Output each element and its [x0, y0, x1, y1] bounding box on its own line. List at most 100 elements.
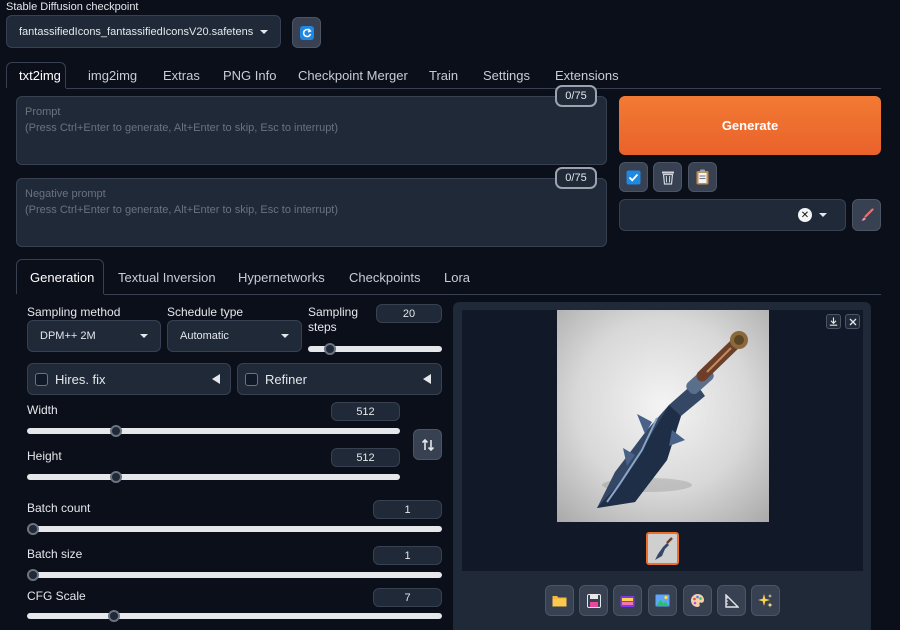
download-icon — [829, 317, 838, 326]
tab-checkpoints[interactable]: Checkpoints — [349, 270, 421, 285]
slider-thumb[interactable] — [110, 471, 123, 483]
tab-generation-label[interactable]: Generation — [30, 270, 94, 285]
slider-track — [27, 613, 442, 619]
styles-dropdown[interactable]: ✕ — [619, 199, 846, 231]
refiner-label: Refiner — [265, 371, 307, 387]
checkpoint-dropdown[interactable]: fantassifiedIcons_fantassifiedIconsV20.s… — [6, 15, 281, 48]
prompt-placeholder-title: Prompt — [25, 106, 61, 118]
paste-prompt-button[interactable] — [688, 162, 717, 192]
swap-icon — [421, 438, 434, 451]
negative-prompt-placeholder-title: Negative prompt — [25, 188, 106, 200]
width-input[interactable]: 512 — [331, 402, 400, 421]
brush-icon — [861, 208, 874, 221]
tab-hypernetworks[interactable]: Hypernetworks — [238, 270, 325, 285]
height-input[interactable]: 512 — [331, 448, 400, 467]
height-label: Height — [27, 449, 62, 463]
slider-thumb[interactable] — [27, 569, 39, 581]
active-tab-gap — [6, 88, 66, 90]
batch-size-label: Batch size — [27, 547, 83, 561]
extra-action-button[interactable] — [751, 585, 780, 616]
slider-thumb[interactable] — [323, 343, 336, 355]
slider-track — [27, 428, 400, 434]
clear-prompt-button[interactable] — [653, 162, 682, 192]
slider-track — [27, 526, 442, 532]
sampling-steps-label: Sampling steps — [308, 305, 359, 334]
collapse-arrow-icon[interactable] — [212, 374, 220, 384]
save-zip-button[interactable] — [613, 585, 642, 616]
refiner-checkbox[interactable] — [245, 372, 258, 386]
slider-thumb[interactable] — [110, 425, 123, 437]
tab-settings[interactable]: Settings — [483, 68, 530, 83]
tab-train[interactable]: Train — [429, 68, 458, 83]
slider-thumb[interactable] — [107, 610, 120, 622]
chevron-down-icon — [260, 29, 268, 34]
gallery-thumbnail[interactable] — [646, 532, 679, 565]
send-to-inpaint-button[interactable] — [683, 585, 712, 616]
tab-lora[interactable]: Lora — [444, 270, 470, 285]
clear-icon[interactable]: ✕ — [798, 208, 812, 222]
sampling-steps-input[interactable]: 20 — [376, 304, 442, 323]
refresh-checkpoint-button[interactable] — [292, 17, 321, 48]
hires-fix-accordion[interactable]: Hires. fix — [27, 363, 231, 395]
tab-txt2img-label[interactable]: txt2img — [19, 68, 61, 83]
tab-extras[interactable]: Extras — [163, 68, 200, 83]
sparkle-icon — [758, 594, 773, 608]
refresh-icon — [299, 25, 314, 40]
chevron-down-icon — [281, 334, 289, 338]
schedule-type-label: Schedule type — [167, 305, 244, 319]
checkpoint-value: fantassifiedIcons_fantassifiedIconsV20.s… — [19, 25, 254, 38]
tab-img2img[interactable]: img2img — [88, 68, 137, 83]
schedule-type-dropdown[interactable]: Automatic — [167, 320, 302, 352]
slider-track — [27, 572, 442, 578]
generate-button[interactable]: Generate — [619, 96, 881, 155]
apply-style-button[interactable] — [619, 162, 648, 192]
batch-size-slider[interactable] — [27, 569, 442, 581]
cfg-scale-slider[interactable] — [27, 610, 442, 622]
tab-extensions[interactable]: Extensions — [555, 68, 619, 83]
prompt-input[interactable]: Prompt (Press Ctrl+Enter to generate, Al… — [16, 96, 607, 165]
cfg-scale-input[interactable]: 7 — [373, 588, 442, 607]
sampling-steps-slider[interactable] — [308, 343, 442, 355]
hires-fix-checkbox[interactable] — [35, 372, 48, 386]
clipboard-icon — [696, 169, 709, 185]
zip-icon — [620, 595, 635, 607]
close-image-button[interactable] — [845, 314, 860, 329]
width-slider[interactable] — [27, 425, 400, 437]
active-subtab-gap — [16, 294, 104, 296]
refiner-accordion[interactable]: Refiner — [237, 363, 442, 395]
batch-count-label: Batch count — [27, 501, 91, 515]
tab-checkpoint-merger[interactable]: Checkpoint Merger — [298, 68, 408, 83]
ruler-icon — [724, 593, 739, 608]
height-slider[interactable] — [27, 471, 400, 483]
cfg-scale-label: CFG Scale — [27, 589, 86, 603]
batch-count-input[interactable]: 1 — [373, 500, 442, 519]
send-to-img2img-button[interactable] — [648, 585, 677, 616]
slider-thumb[interactable] — [27, 523, 39, 535]
batch-count-slider[interactable] — [27, 523, 442, 535]
sampling-method-value: DPM++ 2M — [40, 330, 96, 342]
tab-textual-inversion[interactable]: Textual Inversion — [118, 270, 216, 285]
save-button[interactable] — [579, 585, 608, 616]
subtab-divider — [16, 294, 881, 295]
tab-png-info[interactable]: PNG Info — [223, 68, 276, 83]
open-folder-button[interactable] — [545, 585, 574, 616]
negative-prompt-placeholder-hint: (Press Ctrl+Enter to generate, Alt+Enter… — [25, 204, 339, 216]
chevron-down-icon — [140, 334, 148, 338]
check-icon — [626, 170, 641, 184]
image-icon — [655, 594, 670, 607]
checkpoint-label: Stable Diffusion checkpoint — [6, 1, 139, 13]
generated-image[interactable] — [557, 310, 769, 522]
hires-fix-label: Hires. fix — [55, 371, 106, 387]
send-to-extras-button[interactable] — [717, 585, 746, 616]
swap-dimensions-button[interactable] — [413, 429, 442, 460]
negative-prompt-token-counter: 0/75 — [555, 167, 597, 189]
batch-size-input[interactable]: 1 — [373, 546, 442, 565]
sampling-method-label: Sampling method — [27, 305, 121, 319]
sampling-method-dropdown[interactable]: DPM++ 2M — [27, 320, 161, 352]
close-icon — [849, 318, 856, 325]
download-button[interactable] — [826, 314, 841, 329]
collapse-arrow-icon[interactable] — [423, 374, 431, 384]
palette-icon — [691, 594, 704, 607]
edit-styles-button[interactable] — [852, 199, 881, 231]
negative-prompt-input[interactable]: Negative prompt (Press Ctrl+Enter to gen… — [16, 178, 607, 247]
